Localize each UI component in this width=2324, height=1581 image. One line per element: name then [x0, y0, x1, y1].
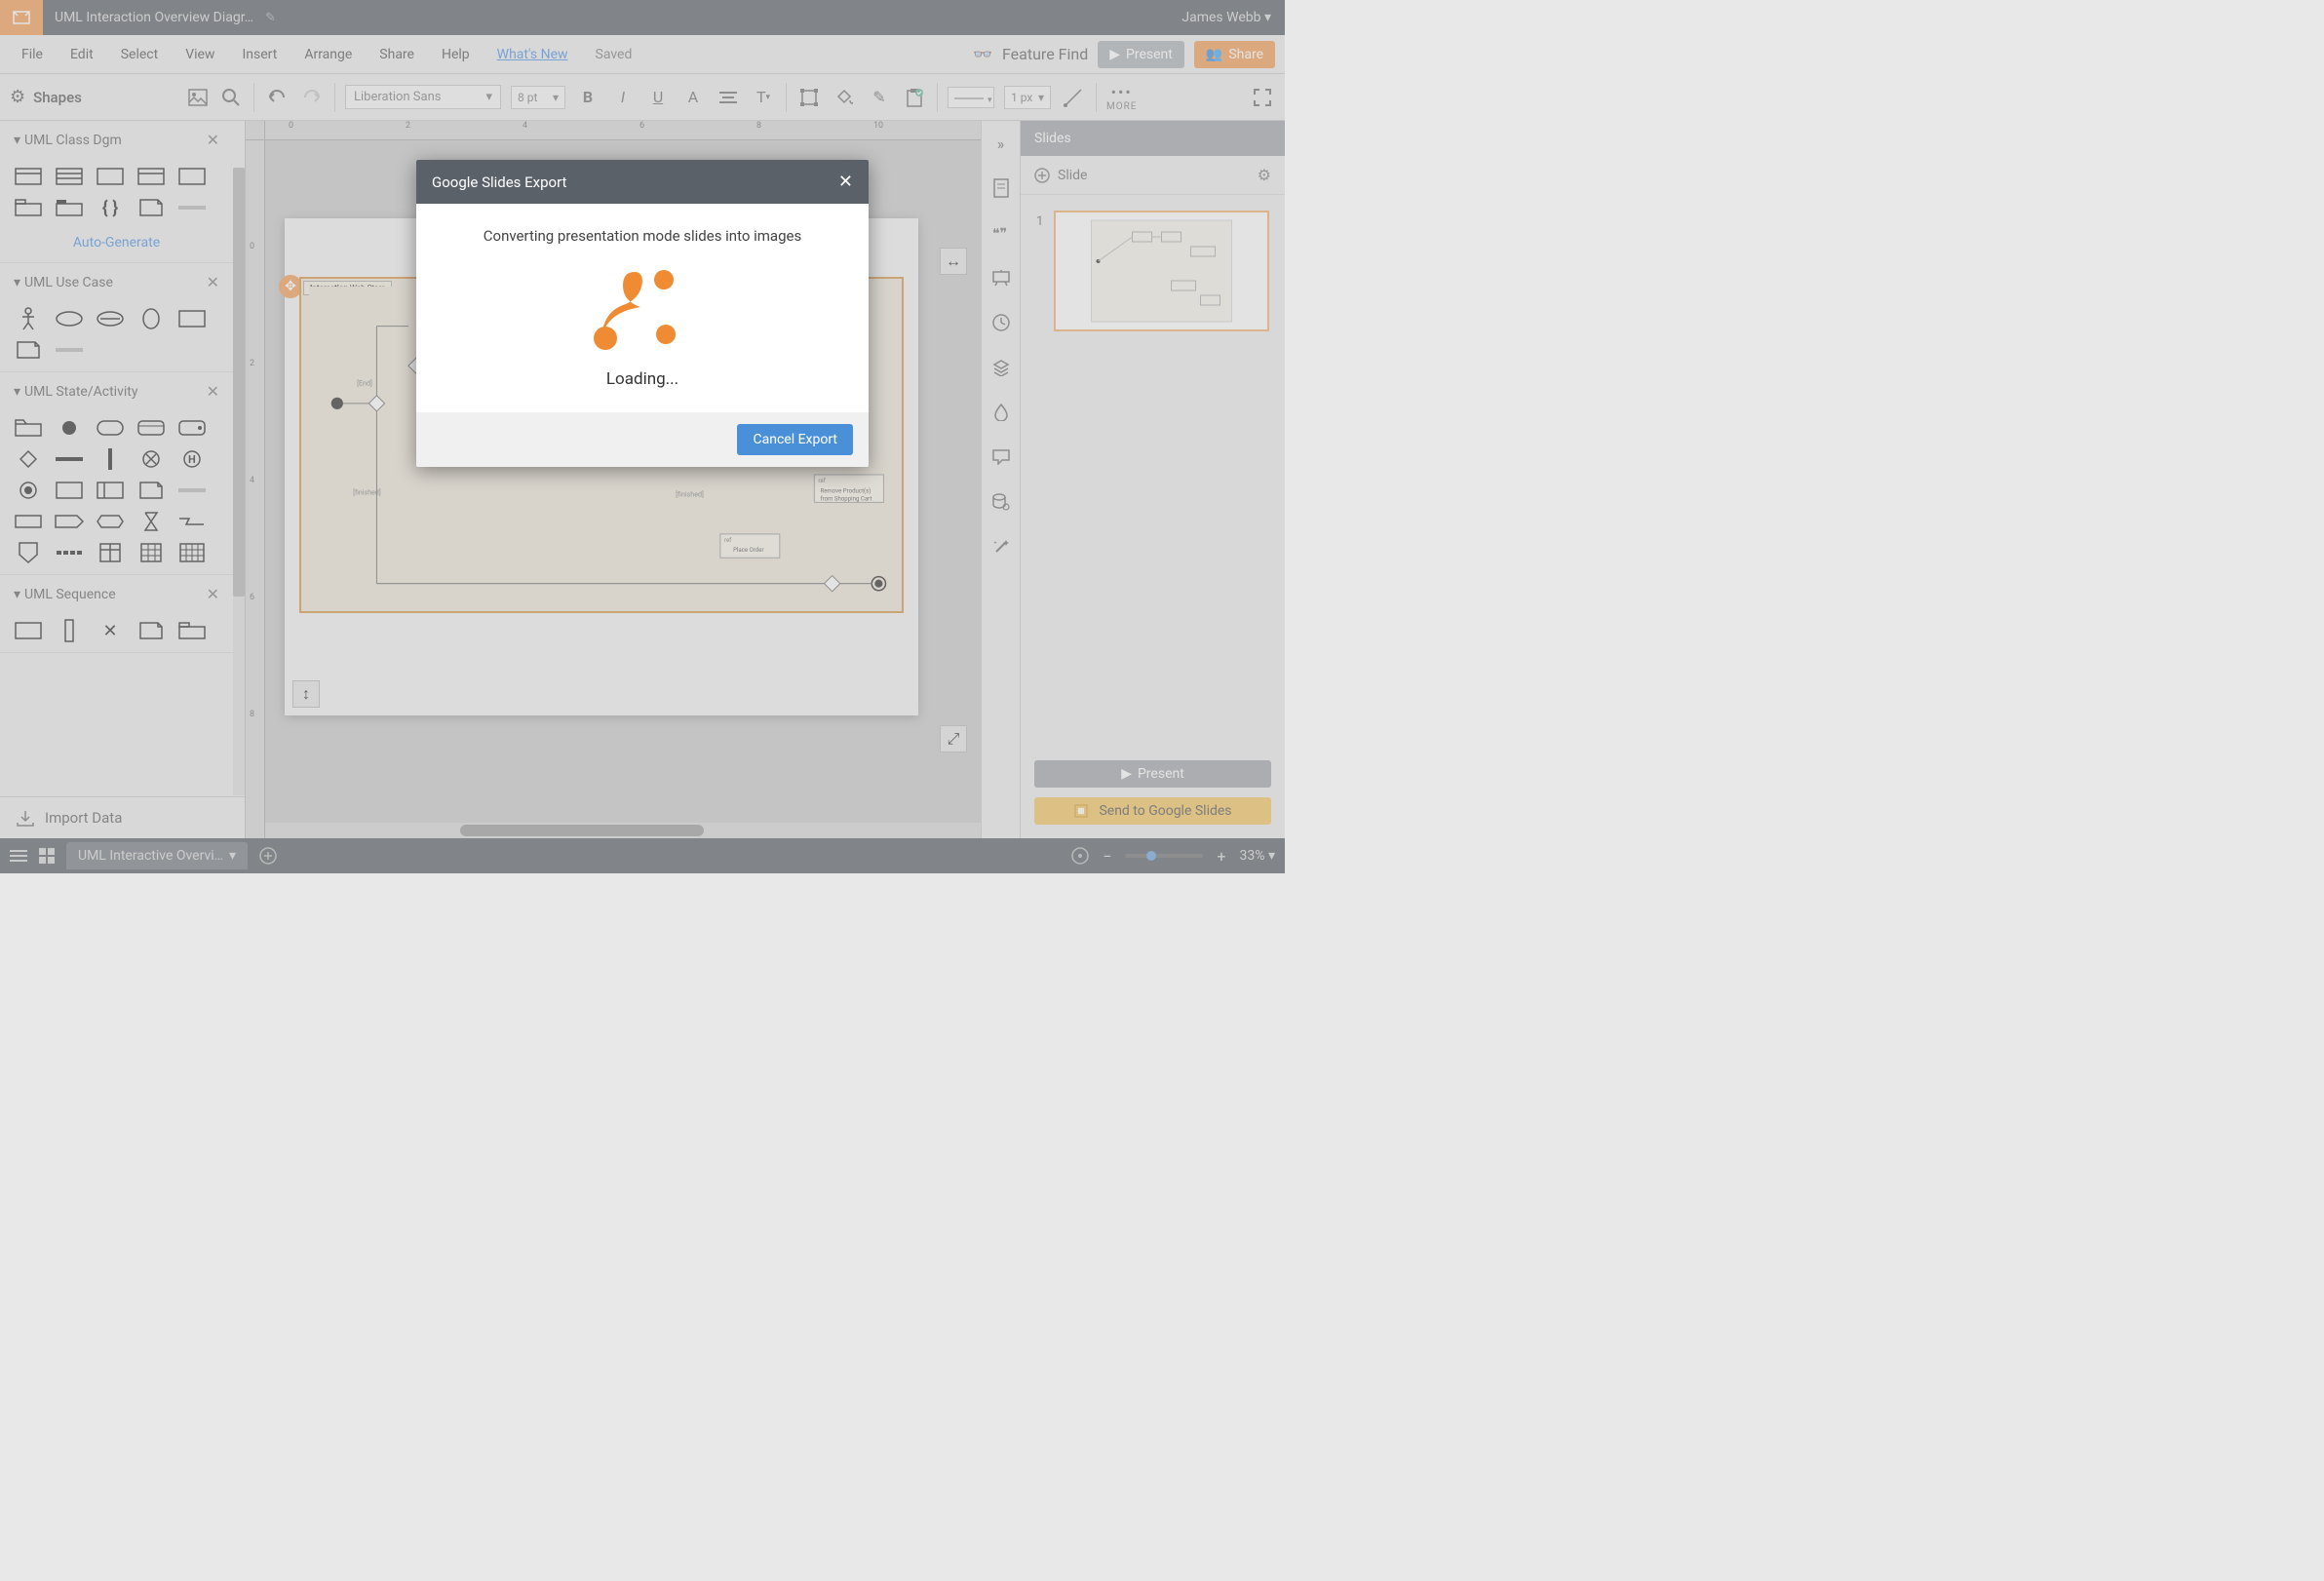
cancel-export-button[interactable]: Cancel Export: [737, 424, 853, 455]
loading-logo-icon: [594, 264, 691, 352]
loading-text: Loading...: [440, 369, 845, 389]
modal-header: Google Slides Export ✕: [416, 160, 869, 204]
modal-message: Converting presentation mode slides into…: [440, 227, 845, 245]
export-modal: Google Slides Export ✕ Converting presen…: [416, 160, 869, 467]
close-icon[interactable]: ✕: [838, 172, 853, 192]
modal-overlay: Google Slides Export ✕ Converting presen…: [0, 0, 1285, 873]
modal-title: Google Slides Export: [432, 174, 566, 191]
modal-footer: Cancel Export: [416, 412, 869, 467]
